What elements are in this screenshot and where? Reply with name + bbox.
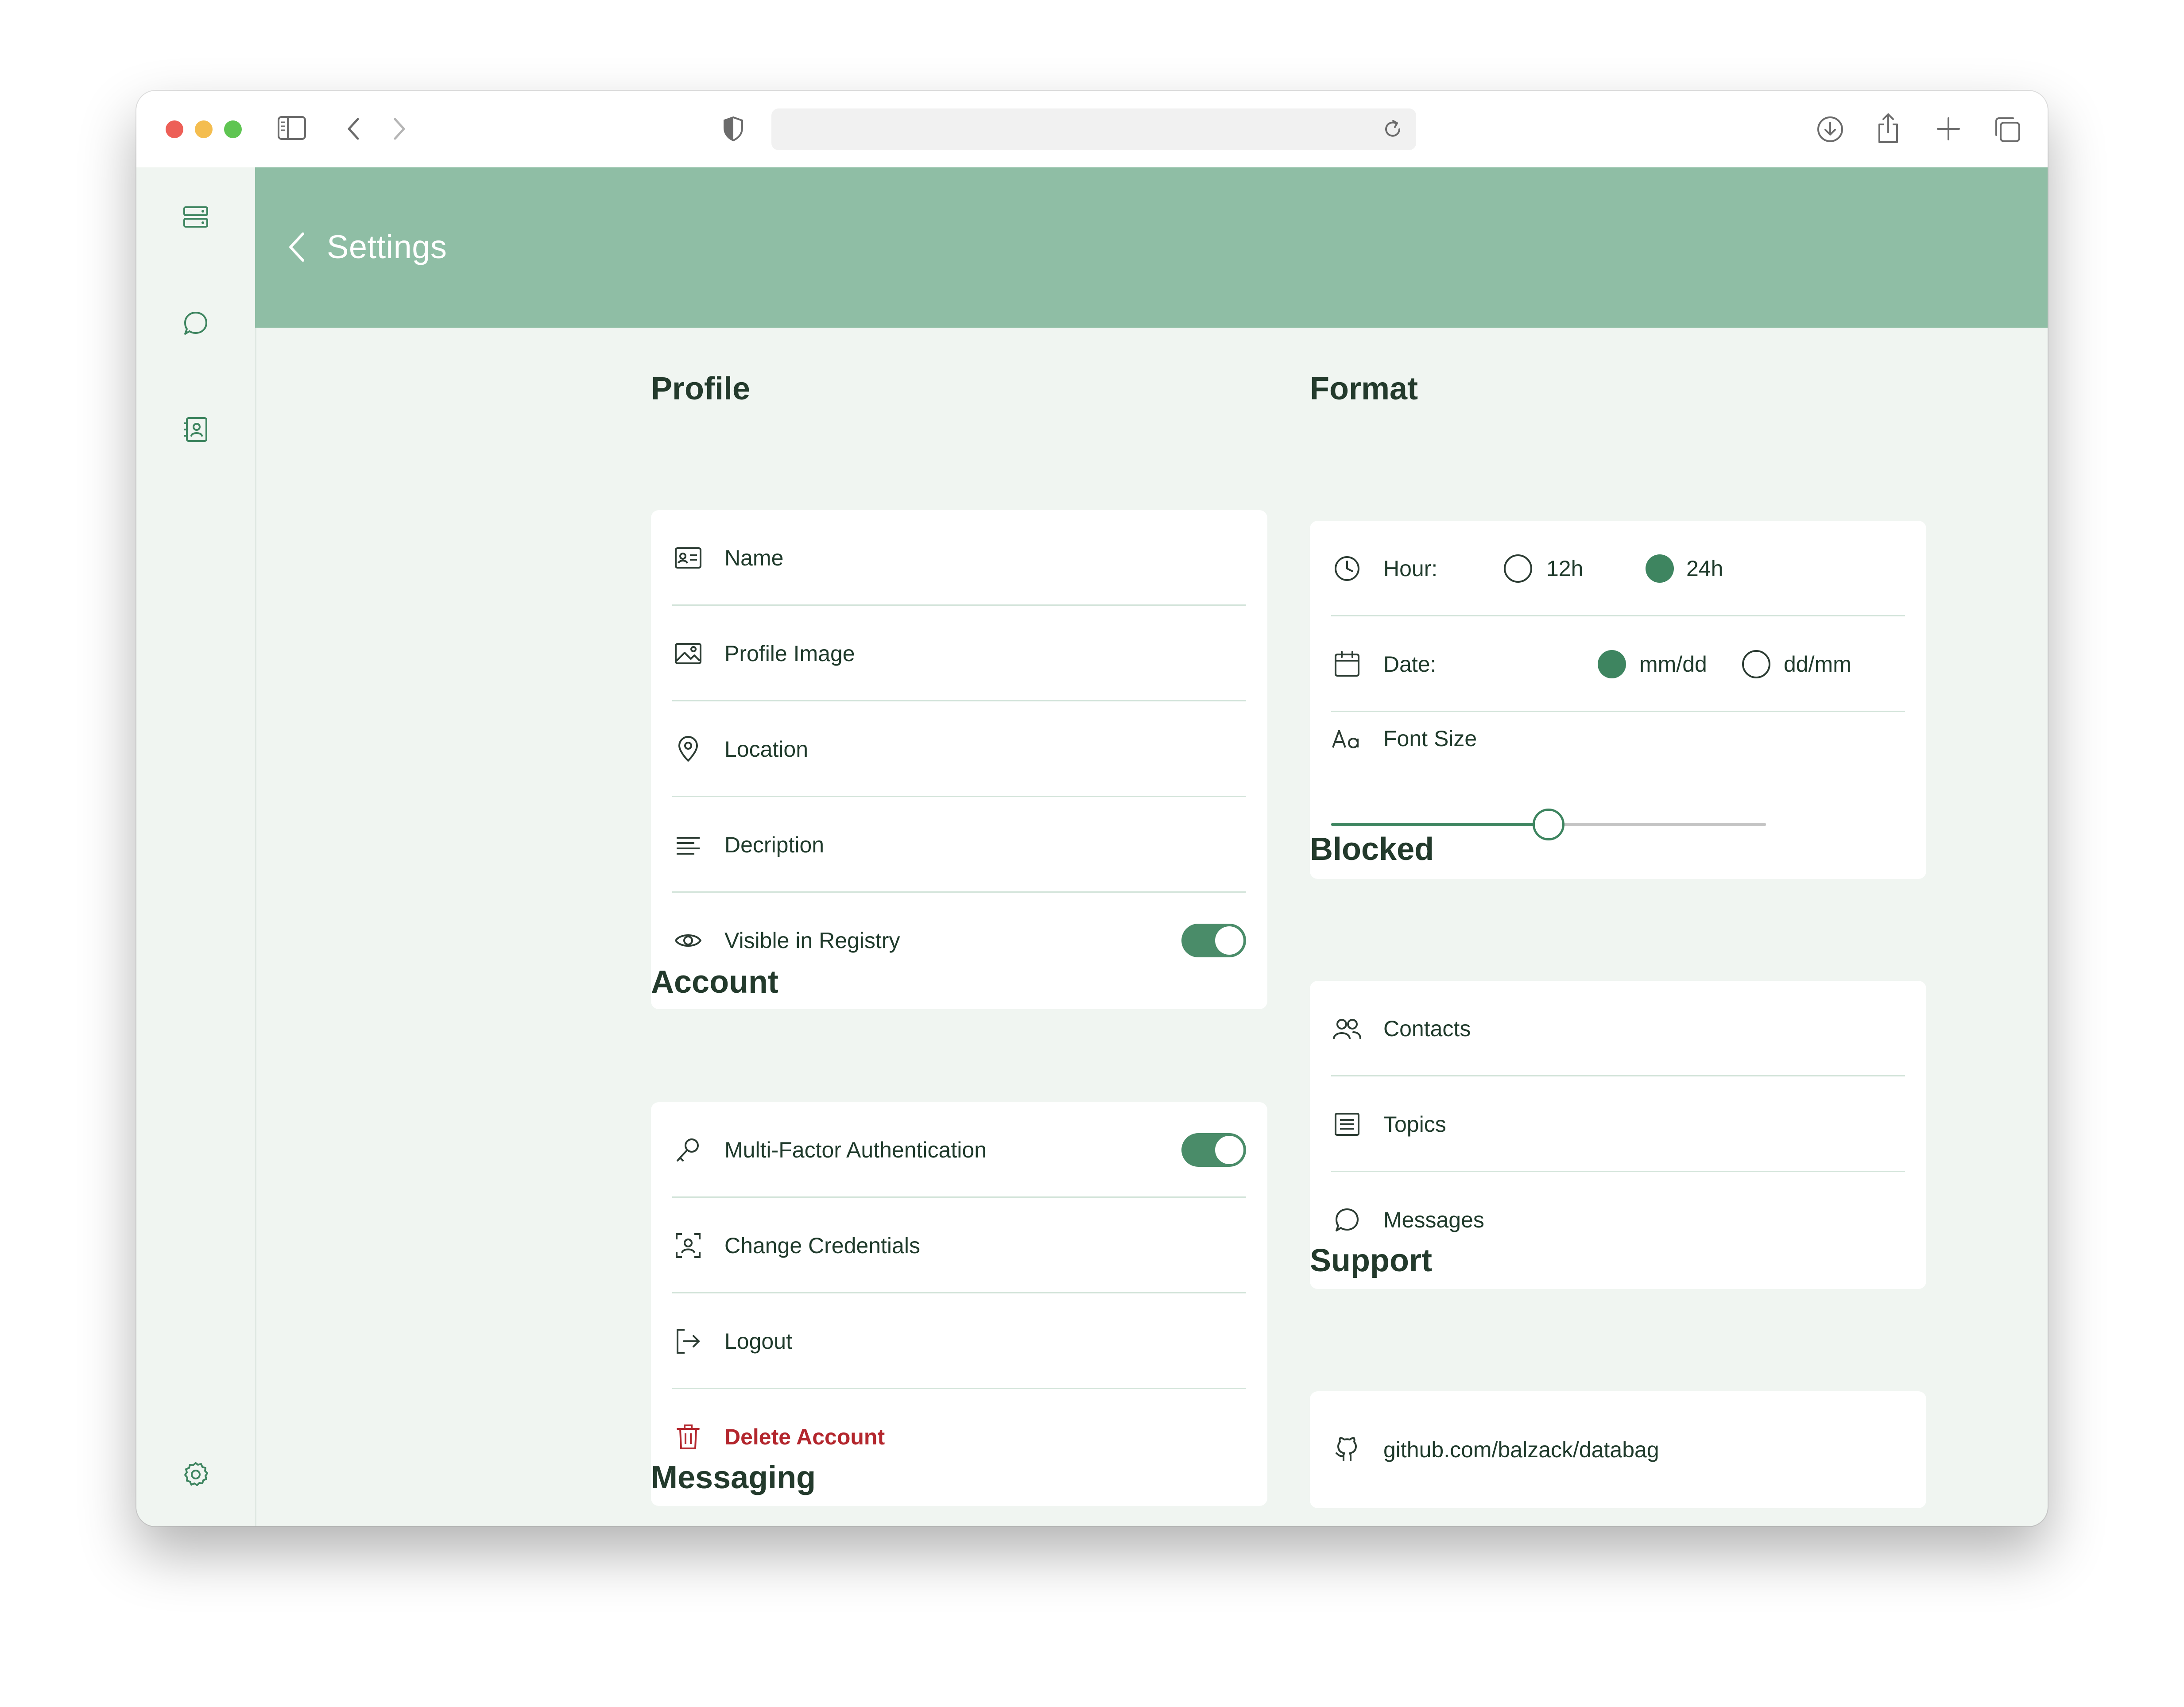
- forward-icon[interactable]: [391, 116, 408, 142]
- blocked-contacts-row[interactable]: Contacts: [1331, 981, 1905, 1076]
- settings-content: Profile Name Profile Image Location Decr…: [255, 328, 2048, 1526]
- page-title: Settings: [327, 228, 447, 265]
- shield-icon[interactable]: [722, 116, 745, 142]
- maximize-window-button[interactable]: [224, 120, 242, 138]
- format-section-title: Format: [1310, 371, 1418, 406]
- chat-bubble-icon: [1331, 1204, 1363, 1236]
- support-card: github.com/balzack/databag: [1310, 1391, 1926, 1508]
- visible-in-registry-toggle[interactable]: [1181, 924, 1246, 957]
- back-button[interactable]: [282, 229, 313, 265]
- change-credentials-row[interactable]: Change Credentials: [672, 1198, 1246, 1293]
- chat-bubble-icon[interactable]: [178, 306, 213, 341]
- share-icon[interactable]: [1875, 112, 1901, 145]
- blocked-section-title: Blocked: [1310, 832, 1434, 867]
- server-icon[interactable]: [178, 199, 213, 235]
- mfa-label: Multi-Factor Authentication: [724, 1138, 987, 1162]
- tab-overview-icon[interactable]: [1993, 115, 2022, 144]
- hour-24h-label: 24h: [1686, 556, 1723, 581]
- font-size-label: Font Size: [1383, 726, 1477, 751]
- blocked-topics-row[interactable]: Topics: [1331, 1076, 1905, 1172]
- hour-format-row: Hour: 12h 24h: [1331, 521, 1905, 616]
- side-navigation: [136, 167, 256, 1526]
- date-ddmm-radio[interactable]: [1742, 650, 1770, 678]
- profile-name-row[interactable]: Name: [672, 510, 1246, 606]
- support-section-title: Support: [1310, 1243, 1432, 1278]
- location-pin-icon: [672, 733, 704, 765]
- hour-12h-label: 12h: [1546, 556, 1584, 581]
- profile-visible-label: Visible in Registry: [724, 928, 900, 953]
- list-icon: [1331, 1108, 1363, 1140]
- messaging-section-title: Messaging: [651, 1460, 816, 1495]
- calendar-icon: [1331, 648, 1363, 680]
- logout-row[interactable]: Logout: [672, 1293, 1246, 1389]
- mfa-toggle[interactable]: [1181, 1133, 1246, 1167]
- date-ddmm-label: dd/mm: [1784, 652, 1851, 677]
- profile-image-row[interactable]: Profile Image: [672, 606, 1246, 701]
- account-card: Multi-Factor Authentication Change Crede…: [651, 1102, 1267, 1506]
- hour-12h-radio[interactable]: [1504, 554, 1532, 583]
- support-link-row[interactable]: github.com/balzack/databag: [1331, 1402, 1905, 1498]
- download-icon[interactable]: [1815, 114, 1846, 145]
- mfa-row: Multi-Factor Authentication: [672, 1102, 1246, 1198]
- profile-description-row[interactable]: Decription: [672, 797, 1246, 893]
- font-size-row: Font Size: [1331, 712, 1905, 765]
- lines-icon: [672, 829, 704, 861]
- image-icon: [672, 638, 704, 670]
- hour-format-label: Hour:: [1383, 556, 1438, 581]
- face-scan-icon: [672, 1230, 704, 1262]
- github-icon: [1331, 1434, 1363, 1466]
- contacts-book-icon[interactable]: [178, 412, 213, 447]
- eye-icon: [672, 925, 704, 956]
- blocked-topics-label: Topics: [1383, 1112, 1446, 1137]
- support-link[interactable]: github.com/balzack/databag: [1383, 1436, 1659, 1463]
- browser-toolbar: [136, 91, 2048, 168]
- date-format-row: Date: mm/dd dd/mm: [1331, 616, 1905, 712]
- close-window-button[interactable]: [166, 120, 183, 138]
- users-icon: [1331, 1013, 1363, 1045]
- trash-icon: [672, 1421, 704, 1453]
- clock-icon: [1331, 553, 1363, 584]
- id-card-icon: [672, 542, 704, 574]
- account-section-title: Account: [651, 964, 778, 1000]
- font-size-slider-fill: [1331, 823, 1549, 826]
- blocked-messages-label: Messages: [1383, 1208, 1484, 1232]
- logout-icon: [672, 1325, 704, 1357]
- hour-24h-radio[interactable]: [1646, 554, 1674, 583]
- profile-name-label: Name: [724, 546, 784, 570]
- profile-image-label: Profile Image: [724, 641, 855, 666]
- format-card: Hour: 12h 24h Date: mm/dd dd/mm Font Siz…: [1310, 521, 1926, 879]
- new-tab-icon[interactable]: [1935, 116, 1962, 142]
- back-icon[interactable]: [345, 116, 362, 142]
- browser-window: Settings Profile Name Profile Image Loca…: [136, 91, 2048, 1526]
- font-size-icon: [1331, 723, 1363, 755]
- font-size-slider-track[interactable]: [1549, 823, 1766, 826]
- blocked-contacts-label: Contacts: [1383, 1016, 1471, 1041]
- profile-card: Name Profile Image Location Decription V…: [651, 510, 1267, 1009]
- profile-description-label: Decription: [724, 832, 825, 857]
- profile-location-label: Location: [724, 737, 809, 762]
- font-size-slider-thumb[interactable]: [1533, 809, 1564, 840]
- minimize-window-button[interactable]: [195, 120, 213, 138]
- gear-icon[interactable]: [178, 1457, 213, 1492]
- date-mmdd-radio[interactable]: [1598, 650, 1626, 678]
- date-format-label: Date:: [1383, 652, 1437, 677]
- settings-header: Settings: [255, 167, 2048, 328]
- change-credentials-label: Change Credentials: [724, 1233, 920, 1258]
- date-mmdd-label: mm/dd: [1639, 652, 1707, 677]
- address-bar[interactable]: [771, 108, 1416, 150]
- reload-icon[interactable]: [1382, 118, 1404, 140]
- sidebar-toggle-icon[interactable]: [277, 115, 306, 141]
- profile-section-title: Profile: [651, 371, 751, 406]
- logout-label: Logout: [724, 1329, 792, 1354]
- delete-account-label: Delete Account: [724, 1424, 885, 1449]
- key-icon: [672, 1134, 704, 1166]
- profile-location-row[interactable]: Location: [672, 701, 1246, 797]
